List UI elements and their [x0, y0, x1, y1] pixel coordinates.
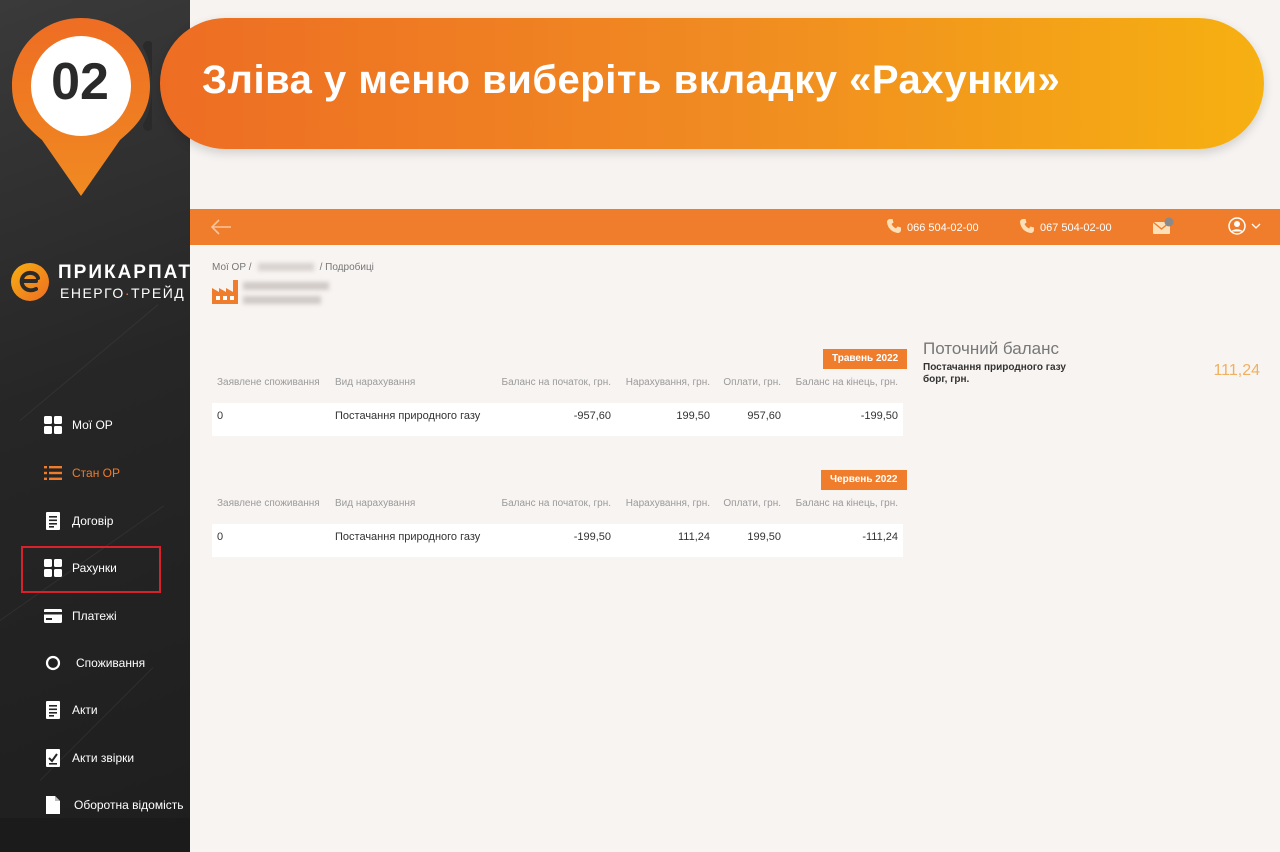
column-header: Баланс на початок, грн.: [501, 498, 611, 509]
balance-title: Поточний баланс: [923, 339, 1059, 358]
mail-icon[interactable]: [1152, 217, 1174, 237]
highlight-frame: [21, 546, 161, 593]
sidebar-item-my-or[interactable]: Мої ОР: [44, 413, 113, 437]
sidebar-item-akty[interactable]: Акти: [44, 698, 98, 722]
file-icon: [44, 796, 62, 814]
column-header: Вид нарахування: [335, 498, 416, 509]
sidebar-item-oborotna-vidomist[interactable]: Оборотна відомість: [44, 793, 183, 817]
sidebar-item-stan-or[interactable]: Стан ОР: [44, 461, 120, 485]
phone-contact-2[interactable]: 067 504-02-00: [1020, 219, 1112, 236]
logo-sub-left: ЕНЕРГО: [60, 285, 125, 301]
sidebar-footer: [0, 818, 190, 852]
cell-declared-consumption: 0: [217, 531, 224, 543]
checklist-icon: [44, 749, 62, 767]
balance-label: Постачання природного газу борг, грн.: [923, 362, 1066, 385]
logo-sub-right: ТРЕЙД: [130, 285, 186, 301]
circle-icon: [44, 654, 62, 672]
blurred-client-id: [243, 296, 321, 304]
sidebar-item-label: Акти звірки: [72, 751, 135, 765]
list-icon: [44, 464, 62, 482]
blurred-client-name: [243, 282, 329, 290]
document-icon: [44, 701, 62, 719]
cell-balance-end: -111,24: [862, 531, 898, 543]
sidebar-item-label: Споживання: [76, 656, 146, 670]
back-arrow-icon[interactable]: [210, 217, 232, 237]
column-header: Баланс на кінець, грн.: [795, 377, 898, 388]
cell-balance-start: -957,60: [573, 410, 611, 422]
sidebar-item-akty-zvirky[interactable]: Акти звірки: [44, 746, 134, 770]
phone-icon: [887, 219, 901, 236]
sidebar-item-spozhyvannia[interactable]: Споживання: [44, 651, 145, 675]
breadcrumb-separator: /: [319, 262, 323, 273]
column-header: Оплати, грн.: [723, 377, 781, 388]
breadcrumb-current: Подробиці: [325, 262, 374, 273]
company-logo[interactable]: ПРИКАРПАТ ЕНЕРГО·ТРЕЙД: [8, 258, 190, 308]
phone-number: 066 504-02-00: [907, 221, 979, 234]
cell-balance-start: -199,50: [573, 531, 611, 543]
column-header: Нарахування, грн.: [625, 377, 710, 388]
logo-mark-icon: [11, 263, 49, 301]
sidebar-item-platezhi[interactable]: Платежі: [44, 604, 117, 628]
breadcrumb-separator: /: [248, 262, 252, 273]
document-icon: [44, 512, 62, 530]
app-header: 066 504-02-00 067 504-02-00: [190, 209, 1280, 245]
column-header: Заявлене споживання: [217, 498, 320, 509]
grid-icon: [44, 416, 62, 434]
sidebar-item-label: Акти: [72, 703, 98, 717]
column-header: Вид нарахування: [335, 377, 416, 388]
cell-declared-consumption: 0: [217, 410, 224, 422]
phone-icon: [1020, 219, 1034, 236]
sidebar-item-label: Платежі: [72, 609, 117, 623]
sidebar-item-dogovir[interactable]: Договір: [44, 509, 113, 533]
cell-charge-type: Постачання природного газу: [335, 410, 481, 422]
sidebar-decor-line: [19, 304, 159, 421]
column-header: Заявлене споживання: [217, 377, 320, 388]
cell-payments: 957,60: [747, 410, 781, 422]
logo-name: ПРИКАРПАТ: [58, 262, 193, 283]
card-icon: [44, 607, 62, 625]
sidebar-item-label: Мої ОР: [72, 418, 113, 432]
phone-number: 067 504-02-00: [1040, 221, 1112, 234]
month-badge: Червень 2022: [821, 470, 907, 490]
breadcrumb: Мої ОР / / Подробиці: [212, 262, 374, 273]
cell-payments: 199,50: [747, 531, 781, 543]
cell-balance-end: -199,50: [860, 410, 898, 422]
phone-contact-1[interactable]: 066 504-02-00: [887, 219, 979, 236]
month-badge: Травень 2022: [823, 349, 908, 369]
sidebar-item-label: Договір: [72, 514, 114, 528]
table-row[interactable]: 0 Постачання природного газу -957,60 199…: [212, 403, 903, 436]
column-header: Баланс на кінець, грн.: [795, 498, 898, 509]
user-menu-icon[interactable]: [1228, 217, 1262, 237]
cell-charges: 199,50: [676, 410, 710, 422]
table-row[interactable]: 0 Постачання природного газу -199,50 111…: [212, 524, 903, 557]
breadcrumb-root-link[interactable]: Мої ОР: [212, 262, 246, 273]
cell-charges: 111,24: [677, 531, 710, 543]
sidebar-item-label: Стан ОР: [72, 466, 120, 480]
cell-charge-type: Постачання природного газу: [335, 531, 481, 543]
balance-value: 111,24: [1213, 362, 1260, 379]
logo-subtitle: ЕНЕРГО·ТРЕЙД: [60, 285, 185, 301]
factory-icon: [212, 280, 238, 304]
banner-instruction-text: Зліва у меню виберіть вкладку «Рахунки»: [202, 58, 1061, 102]
column-header: Оплати, грн.: [723, 498, 781, 509]
column-header: Нарахування, грн.: [625, 498, 710, 509]
sidebar-item-label: Оборотна відомість: [74, 798, 184, 812]
column-header: Баланс на початок, грн.: [501, 377, 611, 388]
step-number: 02: [51, 53, 109, 111]
blurred-account: [257, 263, 314, 272]
